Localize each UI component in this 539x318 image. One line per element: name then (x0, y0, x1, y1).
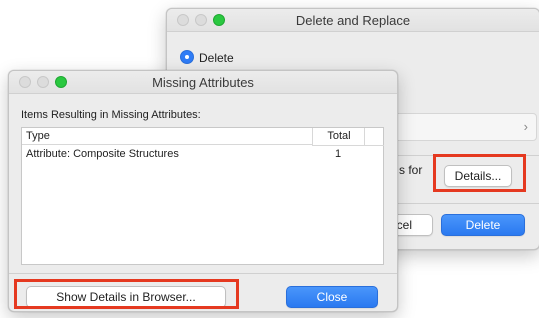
column-header-type[interactable]: Type (22, 128, 312, 145)
title-bar[interactable]: Missing Attributes (9, 71, 397, 94)
info-text: s for (399, 163, 423, 177)
title-bar[interactable]: Delete and Replace (167, 9, 539, 32)
cell-total: 1 (334, 148, 342, 160)
window-title: Missing Attributes (152, 75, 254, 90)
missing-attributes-table[interactable]: Type Total Attribute: Composite Structur… (21, 127, 384, 265)
details-highlight-box (433, 154, 526, 192)
missing-attributes-dialog: Missing Attributes Items Resulting in Mi… (8, 70, 398, 312)
close-button[interactable]: Close (286, 286, 378, 308)
delete-radio[interactable] (180, 50, 194, 64)
chevron-right-icon: › (523, 119, 528, 134)
cell-type: Attribute: Composite Structures (26, 148, 179, 160)
delete-radio-label[interactable]: Delete (199, 51, 234, 65)
column-header-filler (364, 128, 384, 146)
window-title: Delete and Replace (295, 13, 411, 28)
column-header-total[interactable]: Total (312, 128, 365, 146)
delete-button[interactable]: Delete (441, 214, 525, 236)
section-label: Items Resulting in Missing Attributes: (21, 109, 201, 121)
divider (9, 273, 397, 274)
show-details-highlight-box (14, 279, 239, 309)
